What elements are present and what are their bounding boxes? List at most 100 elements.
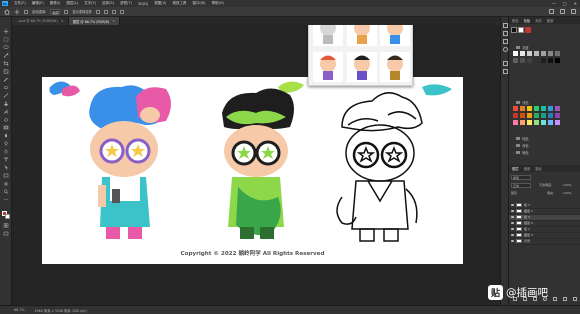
menu-help[interactable]: 帮助(H): [212, 1, 224, 6]
dodge-tool-icon[interactable]: [3, 141, 9, 146]
menu-3d[interactable]: 3D(D): [138, 2, 148, 6]
pen-tool-icon[interactable]: [3, 149, 9, 154]
layer-row[interactable]: 组 1: [509, 227, 580, 233]
menu-layer[interactable]: 图层(L): [66, 1, 78, 6]
paragraph-panel-icon[interactable]: [502, 69, 508, 74]
quick-select-tool-icon[interactable]: [3, 53, 9, 58]
tab-patterns[interactable]: 图案: [547, 18, 554, 23]
menu-view[interactable]: 视图(V): [154, 1, 166, 6]
menu-window[interactable]: 窗口(W): [192, 1, 205, 6]
layer-filter-select[interactable]: 类型: [511, 175, 531, 180]
grayscale-swatches[interactable]: [513, 51, 577, 73]
search-icon[interactable]: [549, 9, 554, 14]
crop-tool-icon[interactable]: [3, 61, 9, 66]
zoom-tool-icon[interactable]: [3, 189, 9, 194]
blur-tool-icon[interactable]: [3, 133, 9, 138]
layer-row[interactable]: 组 3: [509, 203, 580, 209]
delete-layer-icon[interactable]: [573, 297, 577, 301]
auto-select-checkbox[interactable]: [24, 9, 28, 14]
libraries-panel-icon[interactable]: [502, 47, 508, 52]
menu-filter[interactable]: 滤镜(T): [120, 1, 132, 6]
move-tool-icon[interactable]: [14, 9, 20, 15]
tab-channels[interactable]: 通道: [524, 166, 531, 171]
history-panel-icon[interactable]: [502, 23, 508, 28]
background-color-swatch[interactable]: [5, 214, 10, 219]
quick-mask-icon[interactable]: [3, 223, 9, 228]
menu-plugins[interactable]: 增效工具: [172, 1, 186, 6]
gradient-tool-icon[interactable]: [3, 125, 9, 130]
hand-tool-icon[interactable]: [3, 181, 9, 186]
character-panel-icon[interactable]: [502, 61, 508, 66]
layer-row[interactable]: 背景: [509, 239, 580, 245]
menu-type[interactable]: 文字(Y): [84, 1, 96, 6]
swatch-group-grayscale[interactable]: › 灰度: [513, 45, 529, 51]
thumbnail-orange-character[interactable]: [347, 25, 377, 46]
layer-row[interactable]: 图层 3: [509, 233, 580, 239]
workspace-icon[interactable]: [560, 9, 565, 14]
canvas-workspace[interactable]: Copyright © 2022 躺岭阿学 All Rights Reserve…: [12, 25, 500, 305]
properties-panel-icon[interactable]: [502, 31, 508, 36]
close-button[interactable]: ✕: [574, 1, 577, 6]
maximize-button[interactable]: □: [563, 1, 567, 6]
rectangle-tool-icon[interactable]: [3, 173, 9, 178]
tab-color[interactable]: 颜色: [512, 18, 519, 23]
distribute-icon[interactable]: [120, 9, 125, 14]
blend-mode-select[interactable]: 正常: [511, 183, 531, 188]
swatch-group-dark[interactable]: › 深色: [513, 143, 529, 149]
layer-row[interactable]: 图层 1: [509, 209, 580, 215]
document-canvas[interactable]: Copyright © 2022 躺岭阿学 All Rights Reserve…: [42, 77, 463, 264]
type-tool-icon[interactable]: [3, 157, 9, 162]
recent-swatch-white[interactable]: [518, 27, 524, 33]
share-icon[interactable]: [571, 9, 576, 14]
thumbnail-brown-character[interactable]: [380, 52, 410, 82]
home-icon[interactable]: [4, 8, 10, 15]
move-tool-icon[interactable]: [3, 29, 9, 34]
menu-file[interactable]: 文件(F): [14, 1, 26, 6]
recent-swatch-red[interactable]: [525, 27, 531, 33]
tab-paths[interactable]: 路径: [535, 166, 542, 171]
thumbnail-red-character[interactable]: [313, 52, 343, 82]
new-layer-icon[interactable]: [563, 297, 567, 301]
target-select[interactable]: 图层: [50, 9, 61, 15]
screen-mode-icon[interactable]: [3, 231, 9, 236]
tab-document-2[interactable]: 图层 @ 66.7% (RGB/8) ×: [68, 17, 121, 25]
swatch-group-light[interactable]: › 浅色: [513, 100, 529, 106]
swatch-group-darker[interactable]: › 暗色: [513, 150, 529, 156]
tab-swatches[interactable]: 色板: [524, 18, 531, 23]
menu-image[interactable]: 图像(I): [50, 1, 61, 6]
thumbnail-gray-character[interactable]: [313, 25, 343, 46]
opacity-value[interactable]: 100%: [563, 183, 572, 187]
menu-edit[interactable]: 编辑(E): [32, 1, 44, 6]
menu-select[interactable]: 选择(S): [102, 1, 114, 6]
close-tab-icon[interactable]: ×: [112, 19, 115, 23]
tab-document-1[interactable]: …psd @ 66.7% (RGB/8#) ×: [12, 17, 69, 25]
eraser-tool-icon[interactable]: [3, 117, 9, 122]
thumbnail-blue-character[interactable]: [380, 25, 410, 46]
align-center-icon[interactable]: [104, 9, 109, 14]
show-transform-checkbox[interactable]: [64, 9, 69, 14]
clone-stamp-tool-icon[interactable]: [3, 101, 9, 106]
close-tab-icon[interactable]: ×: [61, 19, 64, 23]
tab-layers[interactable]: 图层: [512, 166, 519, 171]
history-brush-tool-icon[interactable]: [3, 109, 9, 114]
minimize-button[interactable]: —: [552, 1, 556, 6]
brush-tool-icon[interactable]: [3, 93, 9, 98]
swatch-group-pure[interactable]: › 纯色: [513, 136, 529, 142]
zoom-level[interactable]: 66.7%: [14, 308, 24, 312]
tab-gradients[interactable]: 渐变: [535, 18, 542, 23]
frame-tool-icon[interactable]: [3, 69, 9, 74]
recent-swatch-black[interactable]: [511, 27, 517, 33]
color-swatches[interactable]: [513, 106, 577, 132]
adjustments-panel-icon[interactable]: [502, 39, 508, 44]
path-selection-tool-icon[interactable]: [3, 165, 9, 170]
marquee-tool-icon[interactable]: [3, 37, 9, 42]
thumbnail-purple-character[interactable]: [347, 52, 377, 82]
align-left-icon[interactable]: [96, 9, 101, 14]
align-right-icon[interactable]: [112, 9, 117, 14]
lasso-tool-icon[interactable]: [3, 45, 9, 50]
layer-row[interactable]: 图层 2: [509, 221, 580, 227]
healing-brush-tool-icon[interactable]: [3, 85, 9, 90]
fill-value[interactable]: 100%: [563, 191, 572, 195]
more-tools-icon[interactable]: [3, 197, 9, 202]
new-group-icon[interactable]: [553, 297, 557, 301]
